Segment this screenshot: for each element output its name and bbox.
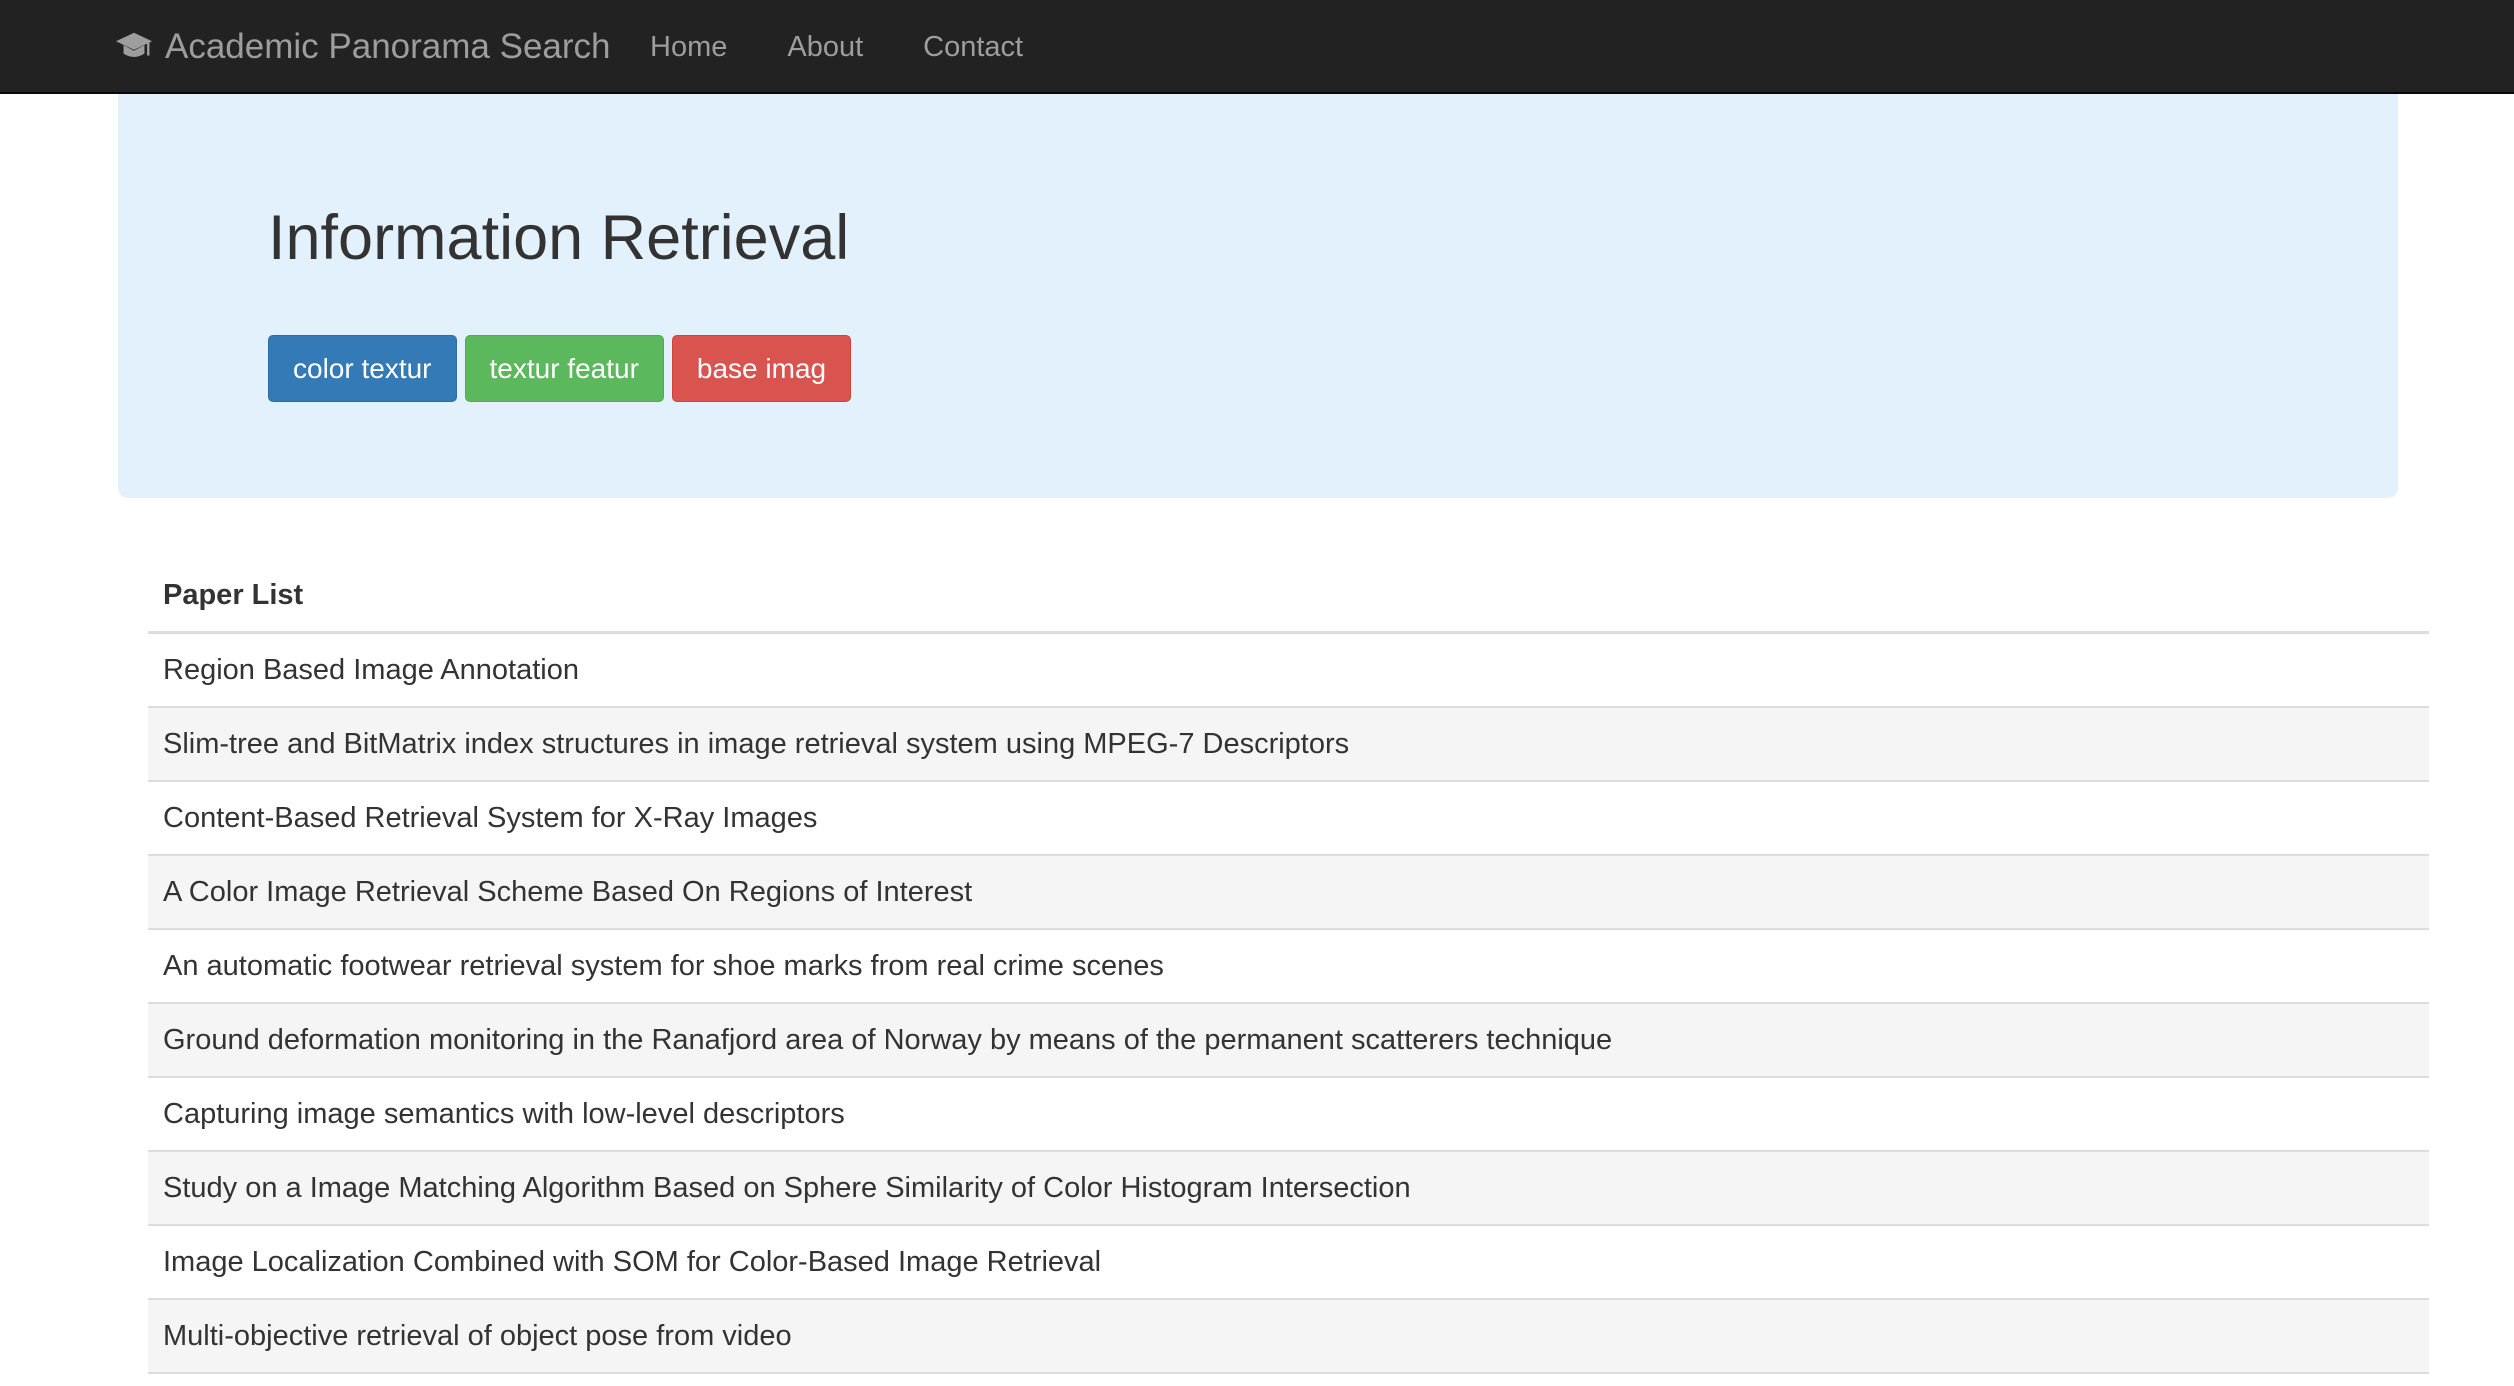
paper-row[interactable]: An automatic footwear retrieval system f…: [148, 930, 2429, 1004]
paper-row[interactable]: Content-Based Retrieval System for X-Ray…: [148, 782, 2429, 856]
nav-about-link[interactable]: About: [787, 31, 863, 64]
paper-row[interactable]: Study on a Image Matching Algorithm Base…: [148, 1152, 2429, 1226]
paper-row[interactable]: Capturing image semantics with low-level…: [148, 1078, 2429, 1152]
paper-row[interactable]: Ground deformation monitoring in the Ran…: [148, 1004, 2429, 1078]
tag-base-imag-button[interactable]: base imag: [671, 335, 852, 402]
paper-list-table: Paper List Region Based Image Annotation…: [148, 560, 2429, 1374]
topic-title: Information Retrieval: [268, 203, 850, 273]
paper-row[interactable]: Image Localization Combined with SOM for…: [148, 1226, 2429, 1300]
topic-jumbotron: Information Retrieval color textur textu…: [118, 94, 2398, 498]
paper-row[interactable]: Slim-tree and BitMatrix index structures…: [148, 708, 2429, 782]
keyword-tags: color textur textur featur base imag: [268, 335, 859, 402]
paper-list-header: Paper List: [148, 560, 2429, 634]
nav-home-link[interactable]: Home: [650, 31, 727, 64]
brand-link[interactable]: Academic Panorama Search: [115, 0, 611, 94]
paper-row[interactable]: Multi-objective retrieval of object pose…: [148, 1300, 2429, 1374]
brand-title: Academic Panorama Search: [165, 27, 611, 66]
paper-row[interactable]: Region Based Image Annotation: [148, 634, 2429, 708]
paper-row[interactable]: A Color Image Retrieval Scheme Based On …: [148, 856, 2429, 930]
graduation-cap-icon: [115, 32, 153, 57]
nav-contact-link[interactable]: Contact: [923, 31, 1023, 64]
nav-links: Home About Contact: [650, 0, 1083, 94]
tag-color-textur-button[interactable]: color textur: [268, 335, 457, 402]
tag-textur-featur-button[interactable]: textur featur: [464, 335, 664, 402]
navbar: Academic Panorama Search Home About Cont…: [0, 0, 2514, 94]
